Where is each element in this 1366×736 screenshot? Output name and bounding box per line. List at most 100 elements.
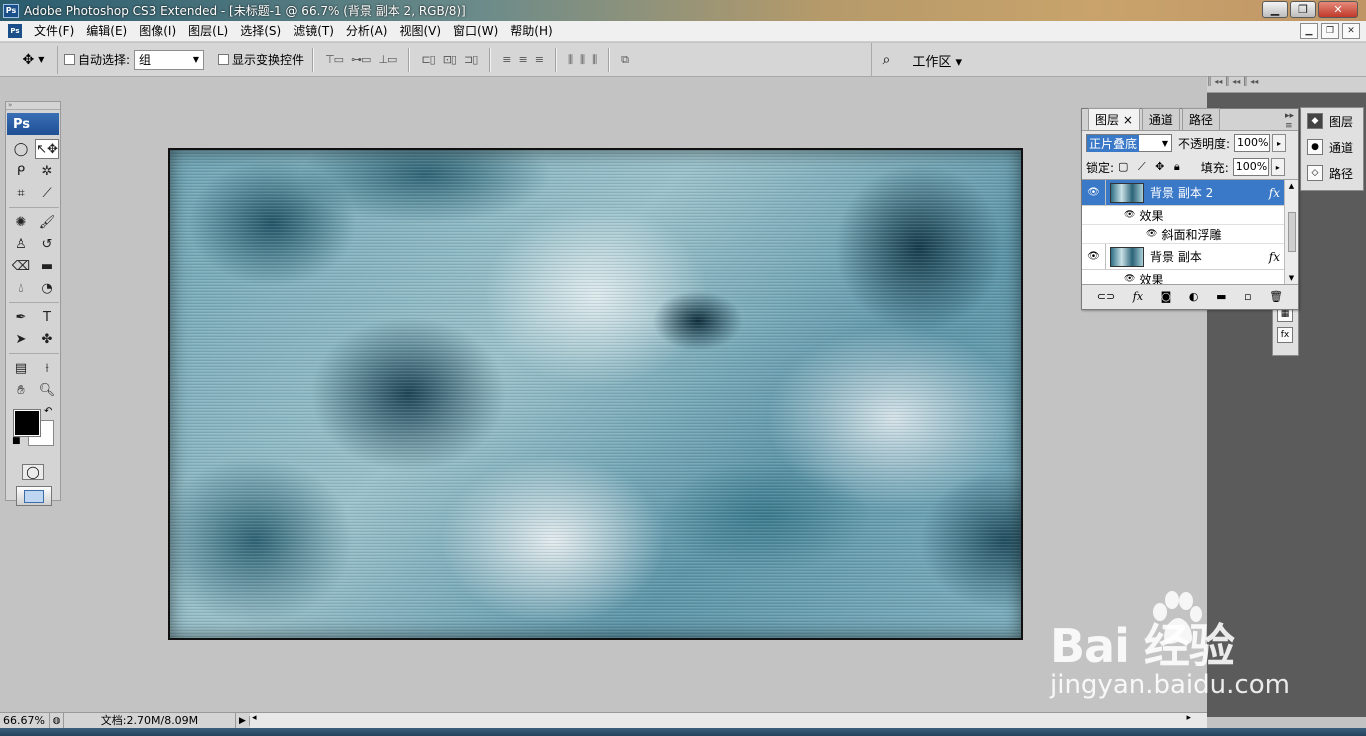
distribute-right-icon[interactable]: ⫼ bbox=[592, 53, 597, 67]
foreground-color-swatch[interactable] bbox=[13, 409, 41, 437]
distribute-vcenter-icon[interactable]: ≡ bbox=[519, 53, 528, 66]
menu-edit[interactable]: 编辑(E) bbox=[80, 21, 133, 42]
new-layer-icon[interactable]: ▫ bbox=[1244, 290, 1251, 303]
hand-tool-icon[interactable]: ✋︎ bbox=[9, 380, 33, 400]
visibility-eye-icon[interactable]: 👁︎ bbox=[1082, 243, 1106, 270]
scroll-thumb[interactable] bbox=[1287, 212, 1296, 252]
mini-paths-item[interactable]: ◇ 路径 bbox=[1301, 160, 1363, 186]
layer-list-scrollbar[interactable]: ▲ ▼ bbox=[1284, 180, 1298, 284]
status-menu-arrow-icon[interactable]: ▶ bbox=[236, 715, 250, 726]
lasso-tool-icon[interactable]: ᑭ bbox=[9, 161, 33, 181]
align-top-icon[interactable]: ⊤▭ bbox=[325, 53, 344, 66]
align-left-icon[interactable]: ⊏▯ bbox=[421, 53, 435, 66]
effects-row[interactable]: 👁︎ 效果 bbox=[1082, 270, 1298, 285]
screen-mode-button[interactable] bbox=[16, 486, 52, 506]
menu-analysis[interactable]: 分析(A) bbox=[340, 21, 394, 42]
swap-colors-icon[interactable]: ↶ bbox=[44, 406, 52, 417]
default-colors-icon[interactable]: ■ bbox=[12, 436, 21, 446]
align-right-icon[interactable]: ⊐▯ bbox=[464, 53, 478, 66]
scroll-up-icon[interactable]: ▲ bbox=[1289, 182, 1294, 190]
align-bottom-icon[interactable]: ⊥▭ bbox=[378, 53, 397, 66]
doc-minimize-button[interactable]: ▁ bbox=[1300, 23, 1318, 39]
menu-image[interactable]: 图像(I) bbox=[133, 21, 182, 42]
menu-layer[interactable]: 图层(L) bbox=[182, 21, 234, 42]
history-brush-tool-icon[interactable]: ↺ bbox=[35, 234, 59, 254]
opacity-input[interactable]: 100% bbox=[1234, 134, 1271, 152]
auto-select-checkbox[interactable] bbox=[64, 54, 75, 65]
align-vcenter-icon[interactable]: ⊶▭ bbox=[351, 53, 371, 66]
eyedropper-tool-icon[interactable]: ⟊ bbox=[35, 358, 59, 378]
effects-row[interactable]: 👁︎ 效果 bbox=[1082, 206, 1298, 225]
menu-window[interactable]: 窗口(W) bbox=[447, 21, 504, 42]
distribute-left-icon[interactable]: ⫼ bbox=[568, 53, 573, 67]
eraser-tool-icon[interactable]: ⌫ bbox=[9, 256, 33, 276]
brush-tool-icon[interactable]: 🖌︎ bbox=[35, 212, 59, 232]
layer-row[interactable]: 👁︎ 背景 副本 fx bbox=[1082, 243, 1298, 270]
scroll-right-icon[interactable]: ▸ bbox=[1186, 713, 1191, 723]
notes-tool-icon[interactable]: ▤ bbox=[9, 358, 33, 378]
clone-stamp-tool-icon[interactable]: ♙ bbox=[9, 234, 33, 254]
scroll-down-icon[interactable]: ▼ bbox=[1289, 274, 1294, 282]
layer-fx-icon[interactable]: fx bbox=[1269, 250, 1280, 264]
mini-channels-item[interactable]: ● 通道 bbox=[1301, 134, 1363, 160]
quick-mask-button[interactable]: ◯ bbox=[22, 464, 44, 480]
link-layers-icon[interactable]: ⊂⊃ bbox=[1097, 290, 1115, 303]
horizontal-scrollbar[interactable]: ◂ ▸ bbox=[250, 712, 1207, 729]
tab-paths[interactable]: 路径 bbox=[1181, 108, 1220, 130]
move-tool-icon[interactable]: ↖✥ bbox=[35, 139, 59, 159]
fill-slider-button[interactable]: ▸ bbox=[1270, 158, 1285, 176]
blend-mode-dropdown[interactable]: 正片叠底 ▼ bbox=[1086, 134, 1172, 152]
auto-align-icon[interactable]: ⧉ bbox=[621, 53, 629, 67]
menu-select[interactable]: 选择(S) bbox=[234, 21, 287, 42]
minimize-button[interactable]: ▁ bbox=[1262, 1, 1288, 18]
marquee-tool-icon[interactable]: ◯ bbox=[9, 139, 33, 159]
tab-layers[interactable]: 图层 × bbox=[1088, 108, 1140, 130]
document-canvas[interactable] bbox=[168, 148, 1023, 640]
doc-restore-button[interactable]: ❐ bbox=[1321, 23, 1339, 39]
tab-channels[interactable]: 通道 bbox=[1141, 108, 1180, 130]
close-button[interactable]: ✕ bbox=[1318, 1, 1358, 18]
visibility-eye-icon[interactable]: 👁︎ bbox=[1082, 180, 1106, 206]
gradient-tool-icon[interactable]: ▬ bbox=[35, 256, 59, 276]
menu-filter[interactable]: 滤镜(T) bbox=[287, 21, 340, 42]
magic-wand-tool-icon[interactable]: ✲ bbox=[35, 161, 59, 181]
restore-button[interactable]: ❐ bbox=[1290, 1, 1316, 18]
distribute-top-icon[interactable]: ≡ bbox=[502, 53, 511, 66]
effects-eye-icon[interactable]: 👁︎ bbox=[1124, 210, 1135, 220]
delete-layer-icon[interactable]: 🗑︎ bbox=[1269, 290, 1283, 303]
slice-tool-icon[interactable]: ⟋ bbox=[35, 183, 59, 203]
distribute-bottom-icon[interactable]: ≡ bbox=[535, 53, 544, 66]
blur-tool-icon[interactable]: 💧︎ bbox=[9, 278, 33, 298]
styles-fx-icon[interactable]: fx bbox=[1277, 327, 1293, 343]
menu-file[interactable]: 文件(F) bbox=[28, 21, 80, 42]
workspace-button[interactable]: 工作区 ▾ bbox=[912, 51, 962, 70]
panel-menu-icon[interactable]: ▸▸ ≡ bbox=[1285, 111, 1294, 131]
dodge-tool-icon[interactable]: ◔ bbox=[35, 278, 59, 298]
fill-input[interactable]: 100% bbox=[1232, 158, 1269, 176]
zoom-level[interactable]: 66.67% bbox=[0, 712, 50, 729]
menu-view[interactable]: 视图(V) bbox=[393, 21, 447, 42]
crop-tool-icon[interactable]: ⌗ bbox=[9, 183, 33, 203]
layer-fx-icon[interactable]: fx bbox=[1269, 186, 1280, 200]
type-tool-icon[interactable]: T bbox=[35, 307, 59, 327]
path-selection-tool-icon[interactable]: ➤ bbox=[9, 329, 33, 349]
lock-icons[interactable]: ▢ ⟋ ✥ 🔒︎ bbox=[1118, 160, 1183, 174]
bridge-icon[interactable]: ⌕ bbox=[882, 52, 890, 68]
effect-eye-icon[interactable]: 👁︎ bbox=[1146, 229, 1157, 239]
add-mask-icon[interactable]: ◙ bbox=[1161, 290, 1172, 303]
auto-select-dropdown[interactable]: 组 ▼ bbox=[134, 49, 205, 70]
custom-shape-tool-icon[interactable]: ✤ bbox=[35, 329, 59, 349]
zoom-tool-icon[interactable]: 🔍︎ bbox=[35, 380, 59, 400]
opacity-slider-button[interactable]: ▸ bbox=[1272, 134, 1287, 152]
effect-item-row[interactable]: 👁︎ 斜面和浮雕 bbox=[1082, 225, 1298, 244]
toolbox-grip[interactable]: » bbox=[6, 102, 60, 110]
menu-help[interactable]: 帮助(H) bbox=[504, 21, 558, 42]
new-group-icon[interactable]: ▬ bbox=[1216, 290, 1226, 303]
align-hcenter-icon[interactable]: ⊡▯ bbox=[443, 53, 457, 66]
layer-row[interactable]: 👁︎ 背景 副本 2 fx bbox=[1082, 180, 1298, 206]
add-layer-style-icon[interactable]: fx bbox=[1133, 290, 1143, 303]
dock-header[interactable]: ║ ◂◂ ║ ◂◂ ║ ◂◂ bbox=[1207, 77, 1366, 93]
status-info-icon[interactable]: ◍ bbox=[50, 712, 64, 729]
adjustment-layer-icon[interactable]: ◐ bbox=[1189, 290, 1199, 303]
doc-close-button[interactable]: ✕ bbox=[1342, 23, 1360, 39]
